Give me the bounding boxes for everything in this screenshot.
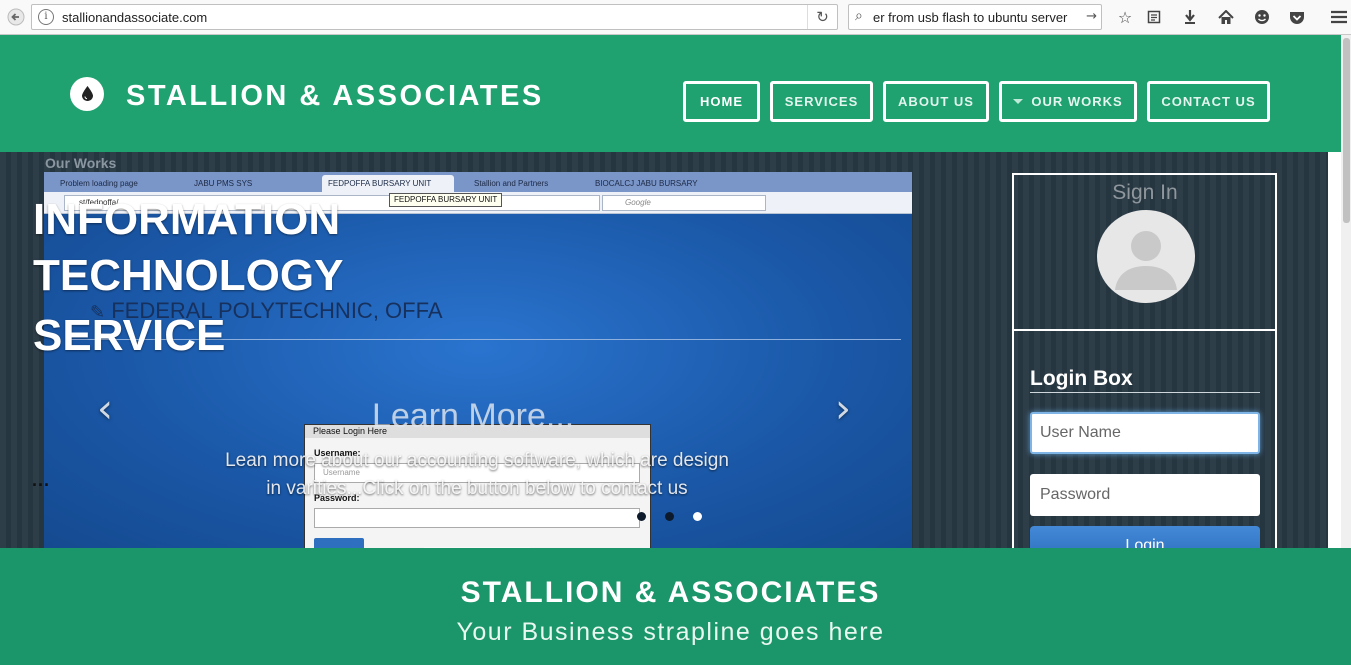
go-arrow-icon[interactable]: → xyxy=(1086,9,1097,24)
user-silhouette-icon xyxy=(1115,231,1177,290)
slide-tab: JABU PMS SYS xyxy=(194,179,253,188)
pocket-svg xyxy=(1290,11,1304,24)
search-icon: ⌕ xyxy=(855,8,863,24)
nav-our-works[interactable]: OUR WORKS xyxy=(999,81,1137,122)
back-arrow-svg xyxy=(7,8,25,26)
login-box-title: Login Box xyxy=(1030,367,1133,390)
hero-title-line: INFORMATION xyxy=(33,195,341,244)
slide-password-input xyxy=(314,508,640,528)
nav-about-us[interactable]: ABOUT US xyxy=(883,81,989,122)
carousel-indicator[interactable] xyxy=(665,512,674,521)
reading-list-svg xyxy=(1147,10,1161,24)
nav-contact-us[interactable]: CONTACT US xyxy=(1147,81,1270,122)
caret-down-icon xyxy=(1013,99,1024,104)
hero-section: Our Works Problem loading page JABU PMS … xyxy=(0,152,1328,548)
slide-tab: Stallion and Partners xyxy=(474,179,549,188)
carousel-indicator[interactable] xyxy=(637,512,646,521)
hello-svg xyxy=(1255,10,1269,24)
band-strapline: Your Business strapline goes here xyxy=(456,618,885,646)
our-works-label: Our Works xyxy=(45,155,117,171)
download-icon[interactable] xyxy=(1177,5,1203,29)
back-icon[interactable] xyxy=(3,5,29,29)
brand-name[interactable]: STALLION & ASSOCIATES xyxy=(126,80,544,113)
url-bar[interactable]: i stallionandassociate.com ↻ xyxy=(31,4,838,30)
hero-title-line: SERVICE xyxy=(33,311,226,360)
slide-tooltip: FEDPOFFA BURSARY UNIT xyxy=(389,193,503,207)
carousel-prev-icon[interactable]: ‹ xyxy=(97,389,123,429)
menu-icon[interactable] xyxy=(1326,5,1351,29)
brand-band: STALLION & ASSOCIATES Your Business stra… xyxy=(0,548,1351,665)
nav-home[interactable]: HOME xyxy=(683,81,760,122)
menu-svg xyxy=(1331,10,1347,24)
signin-title: Sign In xyxy=(1112,181,1178,204)
reading-list-icon[interactable] xyxy=(1141,5,1167,29)
login-button[interactable]: Login xyxy=(1030,526,1260,548)
password-field[interactable]: Password xyxy=(1030,474,1260,516)
site-header: STALLION & ASSOCIATES HOME SERVICES ABOU… xyxy=(0,35,1341,152)
slide-tab: Problem loading page xyxy=(60,179,138,188)
slide-login-button xyxy=(314,538,364,548)
slide-tab: BIOCALCJ JABU BURSARY xyxy=(595,179,698,188)
browser-toolbar: i stallionandassociate.com ↻ ⌕ er from u… xyxy=(0,0,1351,35)
search-bar[interactable]: ⌕ er from usb flash to ubuntu server → xyxy=(848,4,1102,30)
url-text: stallionandassociate.com xyxy=(62,10,208,25)
info-icon[interactable]: i xyxy=(38,9,54,25)
scrollbar-thumb[interactable] xyxy=(1343,38,1350,223)
nav-services[interactable]: SERVICES xyxy=(770,81,873,122)
carousel-next-icon[interactable]: › xyxy=(835,389,861,429)
pocket-icon[interactable] xyxy=(1284,5,1310,29)
home-icon[interactable] xyxy=(1213,5,1239,29)
search-query: er from usb flash to ubuntu server xyxy=(873,10,1068,25)
hero-title-line: TECHNOLOGY xyxy=(33,251,344,300)
avatar xyxy=(1097,210,1195,303)
signin-box: Sign In xyxy=(1012,173,1277,330)
carousel-caption-title: Learn More... xyxy=(372,397,575,435)
hello-icon[interactable] xyxy=(1249,5,1275,29)
download-svg xyxy=(1185,10,1195,24)
bookmark-star-icon[interactable]: ☆ xyxy=(1112,5,1138,29)
water-drop-icon xyxy=(82,86,93,101)
reload-icon[interactable]: ↻ xyxy=(807,5,837,29)
nav-our-works-label: OUR WORKS xyxy=(1031,94,1123,109)
slide-google-search: Google xyxy=(602,195,766,211)
login-box-rule xyxy=(1030,392,1260,393)
carousel-indicator-active[interactable] xyxy=(693,512,702,521)
logo-icon[interactable] xyxy=(70,77,104,111)
ellipsis-text: ... xyxy=(32,470,51,490)
carousel-caption-text: Lean more about our accounting software,… xyxy=(225,450,729,499)
slide-browser-tabs: Problem loading page JABU PMS SYS FEDPOF… xyxy=(44,172,912,192)
band-title: STALLION & ASSOCIATES xyxy=(460,576,881,609)
home-svg xyxy=(1218,9,1234,24)
slide-tab: FEDPOFFA BURSARY UNIT xyxy=(322,175,454,192)
username-field[interactable]: User Name xyxy=(1030,412,1260,454)
